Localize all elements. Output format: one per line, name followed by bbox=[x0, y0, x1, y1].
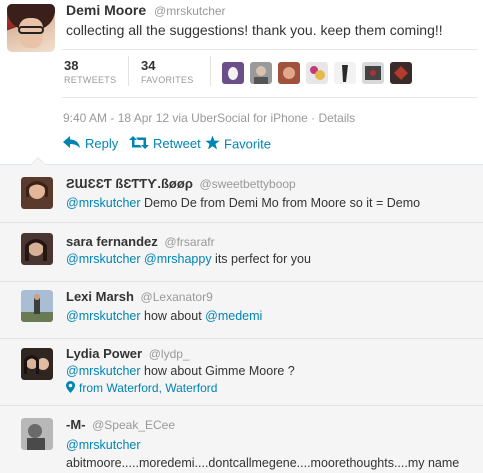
reply-location[interactable]: from Waterford, Waterford bbox=[66, 381, 217, 396]
mention-link[interactable]: @mrskutcher bbox=[66, 196, 141, 210]
reply-text: @mrskutcher how about @medemi bbox=[66, 307, 478, 325]
star-icon bbox=[205, 135, 220, 153]
location-text: from Waterford, Waterford bbox=[79, 381, 218, 395]
reply-item[interactable]: ƧƜƐƐƬ ßƐƬƬƳ.ßøøρ @sweetbettyboop @mrskut… bbox=[0, 165, 483, 223]
reply-item[interactable]: Lexi Marsh @Lexanator9 @mrskutcher how a… bbox=[0, 282, 483, 339]
mention-link[interactable]: @medemi bbox=[205, 309, 262, 323]
favoriter-avatar[interactable] bbox=[334, 62, 356, 84]
reply-author-handle[interactable]: @frsarafr bbox=[164, 235, 214, 249]
favorite-button[interactable]: Favorite bbox=[205, 135, 271, 153]
favoriter-avatar[interactable] bbox=[278, 62, 300, 84]
reply-avatar[interactable] bbox=[21, 290, 53, 322]
reply-text: @mrskutcher abitmoore.....moredemi....do… bbox=[66, 436, 478, 473]
mention-link[interactable]: @mrskutcher bbox=[66, 309, 141, 323]
reply-author-handle[interactable]: @sweetbettyboop bbox=[199, 177, 295, 191]
reply-avatar[interactable] bbox=[21, 233, 53, 265]
reply-label: Reply bbox=[85, 136, 119, 152]
favorites-stat[interactable]: 34 FAVORITES bbox=[141, 58, 194, 85]
reply-header: sara fernandez @frsarafr bbox=[66, 234, 215, 249]
reply-author-name[interactable]: -M- bbox=[66, 417, 86, 432]
mention-link[interactable]: @mrskutcher bbox=[66, 438, 141, 452]
reply-header: Lexi Marsh @Lexanator9 bbox=[66, 289, 213, 304]
reply-text-content: abitmoore.....moredemi....dontcallmegene… bbox=[66, 456, 460, 470]
reply-author-name[interactable]: sara fernandez bbox=[66, 234, 158, 249]
mention-link[interactable]: @mrshappy bbox=[144, 252, 212, 266]
main-tweet: Demi Moore @mrskutcher collecting all th… bbox=[0, 0, 483, 172]
reply-text-content: how about bbox=[140, 309, 206, 323]
divider bbox=[210, 56, 211, 86]
reply-item[interactable]: Lydia Power @lydp_ @mrskutcher how about… bbox=[0, 339, 483, 406]
reply-author-handle[interactable]: @Lexanator9 bbox=[141, 290, 213, 304]
retweets-label: RETWEETS bbox=[64, 75, 117, 85]
author-name[interactable]: Demi Moore bbox=[66, 2, 146, 18]
retweet-button[interactable]: Retweet bbox=[129, 135, 201, 152]
reply-avatar[interactable] bbox=[21, 177, 53, 209]
retweet-label: Retweet bbox=[153, 136, 201, 152]
reply-author-handle[interactable]: @lydp_ bbox=[149, 347, 190, 361]
author-avatar[interactable] bbox=[7, 4, 55, 52]
author-handle[interactable]: @mrskutcher bbox=[154, 4, 226, 18]
mention-link[interactable]: @mrskutcher bbox=[66, 364, 141, 378]
reply-author-handle[interactable]: @Speak_ECee bbox=[92, 418, 175, 432]
reply-item[interactable]: sara fernandez @frsarafr @mrskutcher @mr… bbox=[0, 223, 483, 282]
divider bbox=[128, 56, 129, 86]
reply-item[interactable]: -M- @Speak_ECee @mrskutcher abitmoore...… bbox=[0, 406, 483, 473]
reply-author-name[interactable]: Lexi Marsh bbox=[66, 289, 134, 304]
retweets-count: 38 bbox=[64, 58, 79, 73]
reply-avatar[interactable] bbox=[21, 348, 53, 380]
caret-pointer-inner bbox=[31, 158, 45, 165]
divider bbox=[62, 97, 477, 98]
reply-text: @mrskutcher Demo De from Demi Mo from Mo… bbox=[66, 194, 478, 212]
reply-text: @mrskutcher @mrshappy its perfect for yo… bbox=[66, 250, 478, 268]
divider bbox=[62, 49, 477, 50]
favorites-label: FAVORITES bbox=[141, 75, 194, 85]
favoriter-avatar[interactable] bbox=[306, 62, 328, 84]
reply-arrow-icon bbox=[63, 136, 81, 151]
reply-text-content: how about Gimme Moore ? bbox=[140, 364, 295, 378]
favoriter-avatar[interactable] bbox=[222, 62, 244, 84]
favoriter-avatar[interactable] bbox=[250, 62, 272, 84]
reply-author-name[interactable]: Lydia Power bbox=[66, 346, 142, 361]
reply-button[interactable]: Reply bbox=[63, 135, 118, 151]
location-pin-icon bbox=[66, 381, 75, 396]
reply-header: ƧƜƐƐƬ ßƐƬƬƳ.ßøøρ @sweetbettyboop bbox=[66, 176, 296, 191]
favorites-count: 34 bbox=[141, 58, 156, 73]
reply-header: Lydia Power @lydp_ bbox=[66, 346, 190, 361]
avatar-glasses bbox=[18, 26, 44, 34]
reply-author-name[interactable]: ƧƜƐƐƬ ßƐƬƬƳ.ßøøρ bbox=[66, 176, 193, 191]
retweet-icon bbox=[129, 135, 149, 152]
tweet-meta[interactable]: 9:40 AM - 18 Apr 12 via UberSocial for i… bbox=[63, 111, 355, 125]
reply-text-content: its perfect for you bbox=[211, 252, 311, 266]
reply-text: @mrskutcher how about Gimme Moore ? bbox=[66, 362, 478, 380]
retweets-stat[interactable]: 38 RETWEETS bbox=[64, 58, 116, 85]
mention-link[interactable]: @mrskutcher bbox=[66, 252, 141, 266]
reply-header: -M- @Speak_ECee bbox=[66, 417, 175, 432]
reply-avatar[interactable] bbox=[21, 418, 53, 450]
tweet-text: collecting all the suggestions! thank yo… bbox=[66, 22, 443, 38]
favoriter-avatar[interactable] bbox=[362, 62, 384, 84]
author: Demi Moore @mrskutcher bbox=[66, 2, 226, 18]
favorite-label: Favorite bbox=[224, 136, 271, 152]
reply-text-content: Demo De from Demi Mo from Moore so it = … bbox=[140, 196, 421, 210]
favoriter-avatar[interactable] bbox=[390, 62, 412, 84]
